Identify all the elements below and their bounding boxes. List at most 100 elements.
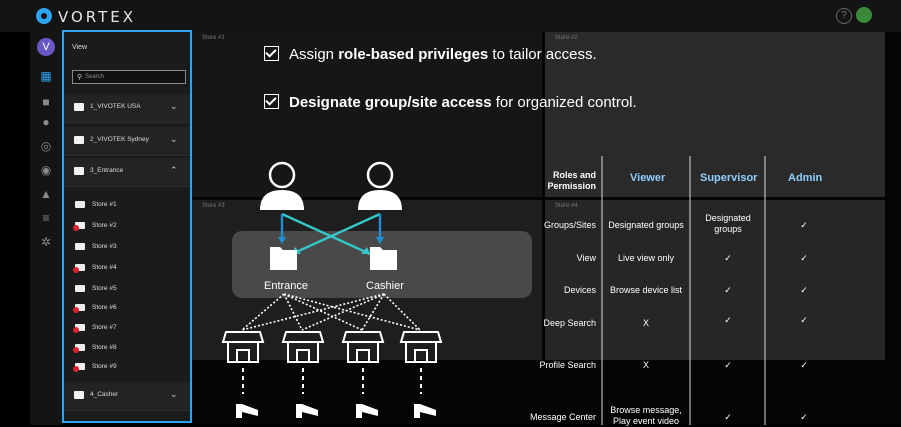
row-label: Message Center: [529, 412, 596, 422]
camera-item[interactable]: Store #5: [64, 279, 190, 299]
cell-supervisor: ✓: [724, 412, 732, 422]
cell-viewer: Live view only: [617, 253, 675, 263]
search-icon: ⚲: [77, 74, 83, 81]
person-icon[interactable]: ●: [38, 114, 54, 130]
store-icon: [341, 331, 385, 363]
header-supervisor: Supervisor: [700, 172, 758, 184]
view-sidebar: View ⚲ Search 1_VIVOTEK USA ⌄ 2_VIVOTEK …: [62, 30, 192, 423]
camera-label: Store #8: [92, 344, 117, 351]
cell-supervisor: Designated groups: [705, 213, 751, 234]
camera-label: Store #5: [92, 285, 117, 292]
row-label: View: [576, 253, 596, 263]
camera-error-icon: [73, 324, 85, 333]
store-icon: [399, 331, 443, 363]
feature-overlay: Assign role-based privileges to tailor a…: [192, 32, 828, 426]
group-row[interactable]: 1_VIVOTEK USA ⌄: [64, 94, 190, 123]
node-label-cashier: Cashier: [366, 280, 404, 292]
cell-viewer: X: [642, 318, 649, 328]
node-label-entrance: Entrance: [264, 280, 309, 292]
store-icon: [221, 331, 265, 363]
cell-admin: ✓: [800, 285, 808, 295]
store-links: [241, 293, 421, 331]
access-arrows: [278, 212, 384, 256]
camera-item[interactable]: Store #2: [64, 216, 190, 236]
cell-admin: ✓: [800, 412, 808, 422]
folder-icon[interactable]: ■: [38, 94, 54, 110]
user-female-icon: [358, 161, 402, 210]
cell-supervisor: ✓: [724, 285, 732, 295]
cell-viewer: Browse message, Play event video: [610, 405, 682, 426]
user-avatar[interactable]: [856, 7, 872, 23]
group-label: 2_VIVOTEK Sydney: [90, 136, 149, 143]
camera-item[interactable]: Store #7: [64, 318, 190, 338]
camera-label: Store #7: [92, 324, 117, 331]
group-row[interactable]: 4_Casher ⌄: [64, 382, 190, 411]
camera-error-icon: [73, 264, 85, 273]
camera-label: Store #9: [92, 363, 117, 370]
camera-label: Store #3: [92, 243, 117, 250]
store-icon: [281, 331, 325, 363]
camera-error-icon: [73, 304, 85, 313]
workspace-avatar[interactable]: V: [37, 38, 55, 56]
vortex-logo-icon: [36, 8, 52, 24]
cell-admin: ✓: [800, 253, 808, 263]
header-admin: Admin: [788, 172, 823, 184]
cell-viewer: Browse device list: [609, 285, 683, 295]
camera-error-icon: [73, 222, 85, 231]
help-icon[interactable]: ?: [836, 8, 852, 24]
store-icons: [221, 331, 443, 363]
cell-viewer: Designated groups: [608, 220, 684, 230]
chevron-down-icon[interactable]: ⌄: [170, 134, 178, 145]
gear-icon[interactable]: ✲: [38, 234, 54, 250]
folder-icon: [74, 103, 84, 111]
row-label: Devices: [563, 285, 596, 295]
group-label: 4_Casher: [90, 391, 119, 398]
search-camera-icon[interactable]: ◎: [38, 138, 54, 154]
cell-supervisor: ✓: [724, 315, 732, 325]
app-logo-text: VORTEX: [58, 8, 137, 26]
camera-label: Store #1: [92, 201, 117, 208]
camera-label: Store #6: [92, 304, 117, 311]
cctv-icon: [236, 404, 258, 418]
header-viewer: Viewer: [630, 172, 666, 184]
cell-viewer: X: [642, 360, 649, 370]
folder-icon: [370, 247, 397, 270]
group-label: 3_Entrance: [90, 167, 124, 174]
search-input[interactable]: ⚲ Search: [72, 70, 186, 84]
chevron-down-icon[interactable]: ⌄: [170, 101, 178, 112]
cell-supervisor: ✓: [724, 360, 732, 370]
camera-error-icon: [73, 363, 85, 372]
cell-admin: ✓: [800, 220, 808, 230]
row-label: Groups/Sites: [543, 220, 596, 230]
camera-icon: [75, 285, 85, 292]
row-label: Profile Search: [539, 360, 596, 370]
bell-icon[interactable]: ▲: [38, 186, 54, 202]
group-row[interactable]: 3_Entrance ⌃: [64, 158, 190, 187]
user-male-icon: [260, 161, 304, 210]
cctv-icon: [296, 404, 318, 418]
search-placeholder: Search: [85, 74, 105, 80]
camera-item[interactable]: Store #9: [64, 357, 190, 377]
grid-view-icon[interactable]: ▦: [38, 68, 54, 84]
icon-rail: V ▦ ■ ● ◎ ◉ ▲ ≡ ✲: [30, 32, 62, 425]
camera-item[interactable]: Store #1: [64, 195, 190, 215]
folder-icon: [74, 167, 84, 175]
camera-item[interactable]: Store #6: [64, 298, 190, 318]
group-row[interactable]: 2_VIVOTEK Sydney ⌄: [64, 127, 190, 156]
camera-icons: [236, 404, 436, 418]
cctv-icon: [414, 404, 436, 418]
list-icon[interactable]: ≡: [38, 210, 54, 226]
group-label: 1_VIVOTEK USA: [90, 103, 141, 110]
cctv-icon: [356, 404, 378, 418]
camera-item[interactable]: Store #3: [64, 237, 190, 257]
camera-label: Store #4: [92, 264, 117, 271]
camera-item[interactable]: Store #4: [64, 258, 190, 278]
cell-supervisor: ✓: [724, 253, 732, 263]
camera-error-icon: [73, 344, 85, 353]
camera-label: Store #2: [92, 222, 117, 229]
face-icon[interactable]: ◉: [38, 162, 54, 178]
chevron-down-icon[interactable]: ⌄: [170, 389, 178, 400]
camera-links: [242, 368, 422, 394]
chevron-up-icon[interactable]: ⌃: [170, 165, 178, 176]
camera-item[interactable]: Store #8: [64, 338, 190, 358]
